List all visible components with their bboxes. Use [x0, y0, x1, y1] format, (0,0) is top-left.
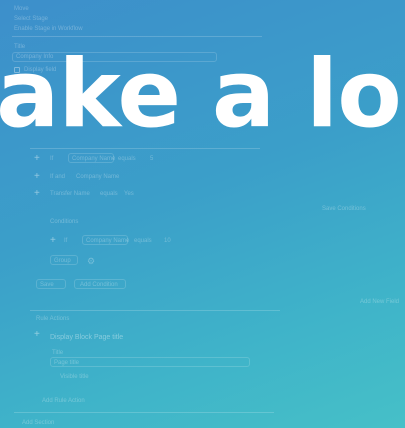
ghost-cond-op: If	[64, 238, 68, 244]
ghost-rule-add-icon[interactable]: +	[34, 330, 40, 340]
ghost-rule-header: Rule Actions	[36, 316, 70, 322]
ghost-right-note-2[interactable]: Add New Field	[360, 299, 399, 305]
ghost-gear-icon[interactable]: ⚙	[87, 256, 95, 267]
ghost-add-icon-3[interactable]: +	[34, 189, 40, 199]
ghost-top-sub[interactable]: Select Stage	[14, 16, 48, 22]
ghost-row2-op: If and	[50, 174, 66, 180]
ghost-add-condition-text: Add Condition	[80, 282, 118, 288]
ghost-right-note-1[interactable]: Save Conditions	[322, 206, 366, 212]
ghost-top-hint: Enable Stage in Workflow	[14, 26, 83, 32]
ghost-add-rule-button[interactable]: Add Rule Action	[42, 398, 85, 404]
ghost-rule-field-value: Page title	[54, 360, 80, 366]
ghost-row3-op: Transfer Name	[50, 191, 90, 197]
ghost-cond-add-icon[interactable]: +	[50, 236, 56, 246]
ghost-cond-operator: equals	[134, 238, 152, 244]
ghost-rule-field-label: Title	[52, 350, 64, 356]
ghost-row3-value: Yes	[124, 191, 134, 197]
ghost-bottom-when-text: Save	[40, 282, 54, 288]
ghost-row-field-text: Company Name	[72, 156, 116, 162]
ghost-rule-title: Display Block Page title	[50, 334, 124, 341]
ghost-add-icon[interactable]: +	[34, 154, 40, 164]
ghost-footer-add-button[interactable]: Add Section	[22, 420, 54, 426]
ghost-cond-field-text: Company Name	[86, 238, 130, 244]
ghost-row-value: 5	[150, 156, 154, 162]
ghost-cond-value: 10	[164, 238, 171, 244]
headline-text: ake a lo	[0, 40, 402, 149]
ghost-add-icon-2[interactable]: +	[34, 172, 40, 182]
ghost-rule-input[interactable]	[50, 357, 250, 367]
ghost-top-label: Move	[14, 6, 29, 12]
ghost-row2-field: Company Name	[76, 174, 120, 180]
ghost-when-label: Group	[54, 258, 71, 264]
ghost-rule-sub: Visible title	[60, 374, 89, 380]
ghost-row-op: If	[50, 156, 54, 162]
ghost-row-operator: equals	[118, 156, 136, 162]
ghost-cond-group-label: Conditions	[50, 219, 79, 225]
ghost-row3-operator: equals	[100, 191, 118, 197]
